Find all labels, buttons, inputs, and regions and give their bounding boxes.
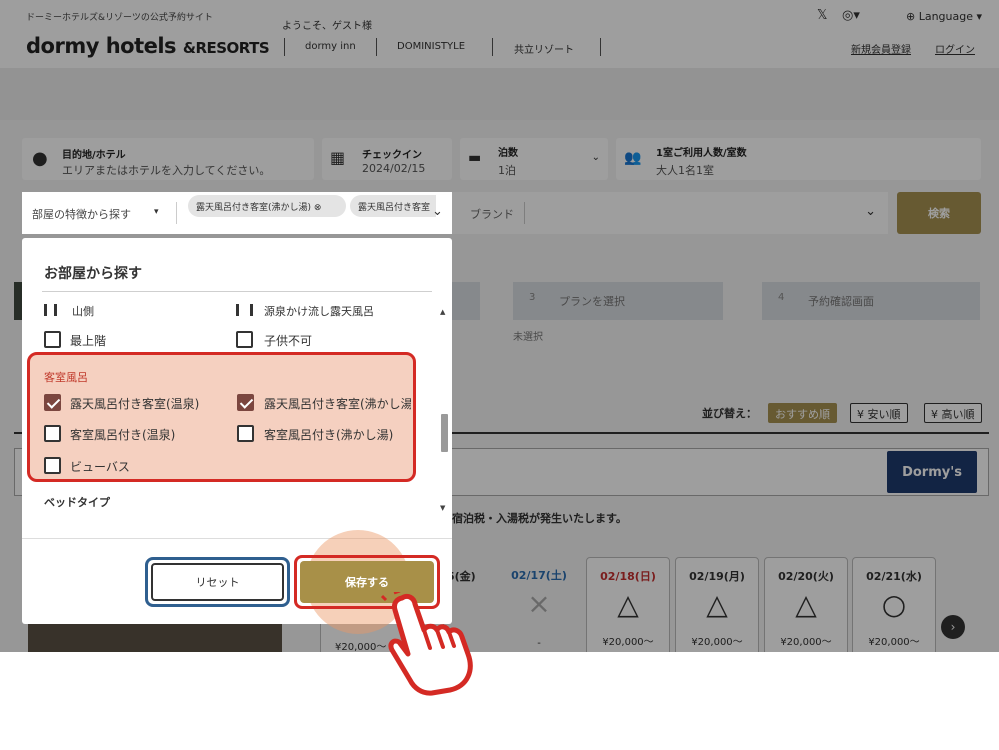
scroll-up-arrow[interactable]: ▲: [440, 308, 445, 316]
chevron-down-icon: ⌄: [432, 204, 443, 219]
checkbox-top-floor[interactable]: [44, 331, 61, 348]
bed-type-heading: ベッドタイプ: [44, 496, 110, 509]
option-label: ビューバス: [70, 460, 130, 474]
reset-button-frame[interactable]: リセット: [145, 557, 290, 607]
divider: [42, 291, 432, 292]
scroll-down-arrow[interactable]: ▼: [440, 504, 445, 512]
divider: [176, 202, 177, 224]
option-label: 源泉かけ流し露天風呂: [264, 305, 374, 318]
checkbox-open-air-onsen[interactable]: [44, 394, 61, 411]
chevron-down-icon: ▾: [154, 207, 159, 217]
option-label: 露天風呂付き客室(温泉): [70, 397, 200, 411]
checkbox-open-air-heated[interactable]: [237, 394, 254, 411]
feature-select[interactable]: 部屋の特徴から探す ▾ 露天風呂付き客室(沸かし湯) ⊗ 露天風呂付き客室 ⌄: [22, 192, 452, 234]
checkbox-partial[interactable]: [236, 304, 239, 316]
option-label: 客室風呂付き(温泉): [70, 428, 176, 442]
checkbox-partial[interactable]: [250, 304, 253, 316]
checkbox-bath-heated[interactable]: [237, 425, 254, 442]
bath-section-heading: 客室風呂: [44, 371, 88, 384]
option-label: 露天風呂付き客室(沸かし湯): [264, 397, 411, 411]
feature-placeholder: 部屋の特徴から探す: [32, 208, 131, 221]
option-label: 山側: [72, 305, 94, 318]
reset-button[interactable]: リセット: [151, 563, 284, 601]
scrollbar-thumb[interactable]: [441, 414, 448, 452]
option-label: 子供不可: [264, 334, 313, 348]
close-icon: ⊗: [313, 203, 322, 213]
checkbox-no-children[interactable]: [236, 331, 253, 348]
checkbox-partial[interactable]: [54, 304, 57, 316]
option-label: 客室風呂付き(沸かし湯): [264, 428, 394, 442]
checkbox-partial[interactable]: [44, 304, 47, 316]
checkbox-bath-onsen[interactable]: [44, 425, 61, 442]
option-label: 最上階: [70, 334, 107, 348]
selected-chip[interactable]: 露天風呂付き客室: [350, 195, 436, 217]
modal-title: お部屋から探す: [44, 266, 142, 282]
selected-chip[interactable]: 露天風呂付き客室(沸かし湯) ⊗: [188, 195, 346, 217]
checkbox-view-bath[interactable]: [44, 457, 61, 474]
pointing-hand-icon: [380, 592, 473, 696]
